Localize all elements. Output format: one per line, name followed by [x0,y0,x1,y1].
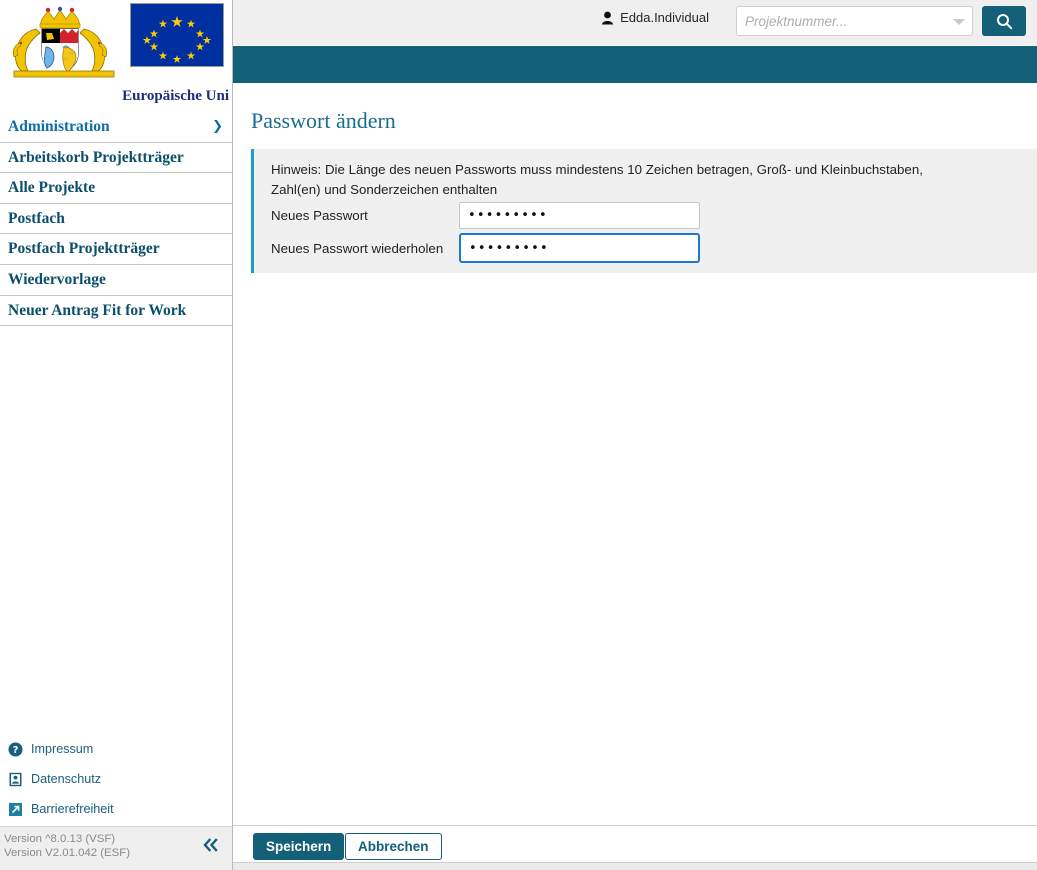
sidebar-item-postfach-projekttraeger[interactable]: Postfach Projektträger [0,234,232,265]
footer-link-barrierefreiheit[interactable]: Barrierefreiheit [7,794,232,824]
project-number-combobox[interactable] [736,6,973,36]
sidebar-item-label: Administration [8,118,110,135]
sidebar-item-neuer-antrag-fit-for-work[interactable]: Neuer Antrag Fit for Work [0,296,232,327]
field-row-repeat-password: Neues Passwort wiederholen [271,233,700,263]
teal-header-band [233,46,1037,83]
sidebar-item-label: Arbeitskorb Projektträger [8,148,184,166]
logo-row: Europäische Uni [0,0,232,104]
sidebar-item-arbeitskorb-projekttraeger[interactable]: Arbeitskorb Projektträger [0,143,232,174]
version-line-1: Version ^8.0.13 (VSF) [4,833,116,845]
main-content: Passwort ändern Hinweis: Die Länge des n… [233,83,1037,870]
password-form-panel: Hinweis: Die Länge des neuen Passworts m… [251,149,1037,273]
person-icon [601,11,614,25]
footer-link-label: Impressum [31,742,94,756]
sidebar-item-label: Postfach Projektträger [8,240,160,258]
footer-link-label: Barrierefreiheit [31,802,114,816]
field-row-new-password: Neues Passwort [271,202,700,229]
sidebar-item-label: Neuer Antrag Fit for Work [8,301,187,319]
sidebar-nav: Administration ❯ Arbeitskorb Projektträg… [0,112,232,327]
new-password-input[interactable] [459,202,700,229]
sidebar-item-label: Alle Projekte [8,179,96,197]
version-bar: Version ^8.0.13 (VSF) Version V2.01.042 … [0,826,232,870]
application-window: Europäische Uni Administration ❯ Arbeits… [0,0,1037,870]
sidebar-item-label: Wiedervorlage [8,270,106,288]
bottom-strip [233,862,1037,870]
sidebar: Europäische Uni Administration ❯ Arbeits… [0,0,233,870]
action-bar: Speichern Abbrechen [233,826,1037,862]
top-bar: Edda.Individual [233,0,1037,46]
version-line-2: Version V2.01.042 (ESF) [4,847,130,859]
sidebar-item-postfach[interactable]: Postfach [0,204,232,235]
sidebar-item-administration[interactable]: Administration ❯ [0,112,232,143]
version-text: Version ^8.0.13 (VSF) Version V2.01.042 … [4,832,130,860]
chevron-down-icon[interactable] [953,19,965,25]
repeat-password-label: Neues Passwort wiederholen [271,240,444,256]
password-hint-text: Hinweis: Die Länge des neuen Passworts m… [271,162,923,197]
search-button[interactable] [982,6,1026,36]
sidebar-item-label: Postfach [8,209,65,227]
user-name: Edda.Individual [620,10,709,25]
external-link-icon [7,801,23,817]
help-circle-icon: ? [7,741,23,757]
footer-link-impressum[interactable]: ? Impressum [7,734,232,764]
project-number-input[interactable] [737,7,947,35]
sidebar-footer-links: ? Impressum Datenschutz Barrierefreiheit [0,734,232,824]
privacy-badge-icon [7,771,23,787]
repeat-password-input[interactable] [459,233,700,263]
sidebar-item-wiedervorlage[interactable]: Wiedervorlage [0,265,232,296]
cancel-button[interactable]: Abbrechen [345,833,442,860]
save-button[interactable]: Speichern [253,833,345,860]
sidebar-collapse-button[interactable] [202,837,220,857]
search-icon [996,13,1012,29]
footer-link-datenschutz[interactable]: Datenschutz [7,764,232,794]
page-title: Passwort ändern [251,108,396,133]
bavaria-coat-of-arms-icon [6,3,124,82]
eu-flag-icon [130,3,224,67]
eu-label: Europäische Uni [122,88,229,104]
svg-text:?: ? [12,745,18,756]
sidebar-item-alle-projekte[interactable]: Alle Projekte [0,173,232,204]
footer-link-label: Datenschutz [31,772,102,786]
new-password-label: Neues Passwort [271,208,368,223]
chevron-right-icon: ❯ [212,119,223,134]
user-account[interactable]: Edda.Individual [601,10,709,25]
